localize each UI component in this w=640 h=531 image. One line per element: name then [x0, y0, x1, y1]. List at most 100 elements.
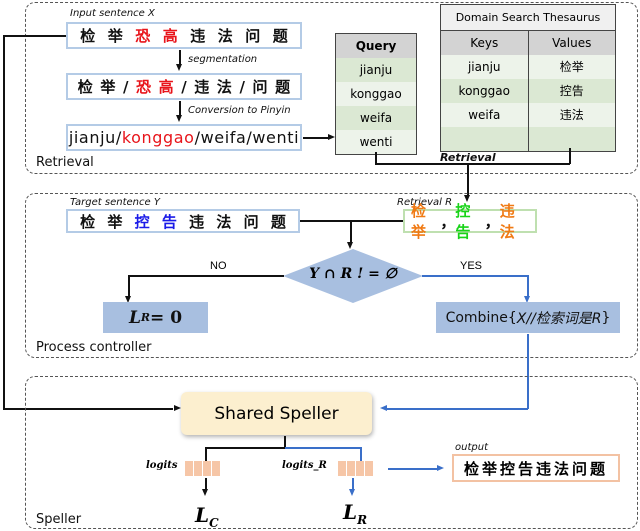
thesaurus-row: [441, 127, 615, 151]
sentence-char: 检: [80, 212, 96, 231]
logits-label: logits: [146, 460, 178, 471]
thesaurus-row: konggao 控告: [441, 79, 615, 103]
yes-label: YES: [460, 260, 483, 272]
connector-no-down: [128, 275, 130, 297]
retrieved-word: 违法: [499, 202, 515, 241]
retrieval-section-label: Retrieval: [36, 155, 94, 170]
connector-thesaurus-down: [569, 148, 571, 164]
connector-logits-r-down: [360, 447, 362, 462]
target-sentence-box: 检举控告违法问题: [66, 209, 300, 233]
output-box: 检举控告违法问题: [452, 454, 620, 482]
connector-no: [128, 275, 284, 277]
query-table: Query jianju konggao weifa wenti: [335, 33, 417, 155]
thesaurus-table: Domain Search Thesaurus Keys Values jian…: [440, 4, 616, 152]
logit-cell: [347, 461, 355, 476]
thesaurus-key: weifa: [441, 103, 529, 127]
sentence-char: 问: [243, 212, 259, 231]
pinyin-box: jianju/konggao/weifa/wenti: [66, 124, 302, 151]
thesaurus-title: Domain Search Thesaurus: [441, 5, 615, 31]
pinyin-part: /weifa/wenti: [194, 128, 300, 147]
sentence-char: 高: [158, 78, 174, 96]
loss-c: LC: [195, 503, 219, 530]
process-controller-label: Process controller: [36, 340, 152, 355]
thesaurus-value: 控告: [559, 84, 584, 98]
thesaurus-value: 检举: [559, 60, 584, 74]
connector-yes-down: [527, 275, 529, 297]
loss-zero-box: LR = 0: [103, 302, 208, 333]
retrieved-word: 检举: [411, 202, 427, 241]
arrow-head: [176, 64, 182, 71]
segmentation-label: segmentation: [188, 54, 258, 65]
no-label: NO: [210, 260, 227, 272]
connector-yes: [422, 275, 528, 277]
combine-box: Combine{X//检索词是R }: [436, 302, 620, 333]
sentence-char: 题: [275, 78, 291, 96]
decision-condition: Y ∩ R ! = ∅: [309, 266, 397, 282]
logits-vector: [185, 461, 221, 481]
output-text: 检举控告违法问题: [463, 459, 608, 478]
target-sentence-label: Target sentence Y: [70, 197, 160, 208]
sentence-char: 告: [161, 212, 177, 231]
combine-suffix: }: [601, 309, 611, 326]
logit-cell: [212, 461, 220, 476]
arrow-head: [176, 115, 182, 122]
connector-to-logits-r: [285, 447, 361, 449]
sentence-char: /: [122, 77, 129, 96]
retrieval-r-box: 检举，控告，违法: [403, 202, 537, 241]
sentence-char: 题: [272, 27, 288, 45]
thesaurus-row: jianju 检举: [441, 55, 615, 79]
sentence-char: 法: [216, 78, 232, 96]
sentence-char: 恐: [136, 78, 152, 96]
logit-cell: [365, 461, 373, 476]
sentence-char: 检: [80, 27, 96, 45]
arrow-head: [347, 242, 353, 249]
pinyin-error-part: konggao: [121, 128, 195, 147]
pinyin-conversion-label: Conversion to Pinyin: [188, 105, 291, 116]
pinyin-part: jianju/: [68, 128, 122, 147]
sentence-char: 违: [190, 27, 206, 45]
connector-to-output: [388, 468, 438, 470]
connector-logits-down: [205, 447, 207, 462]
combine-prefix: Combine{: [445, 309, 517, 326]
connector-left-vertical: [3, 35, 5, 409]
separator: ，: [440, 212, 456, 231]
query-row: wenti: [336, 130, 416, 154]
loss-c-symbol: L: [195, 503, 210, 527]
sentence-char: 违: [189, 212, 205, 231]
thesaurus-value: [529, 127, 616, 151]
segmented-sentence-box: 检举 / 恐高 / 违法 / 问题: [66, 73, 302, 100]
output-label: output: [455, 442, 488, 453]
connector-retrieval-to-r: [467, 164, 469, 196]
query-header: Query: [336, 34, 416, 58]
retrieved-word: 控告: [455, 202, 471, 241]
shared-speller-box[interactable]: Shared Speller: [181, 392, 372, 435]
separator: ，: [484, 212, 500, 231]
thesaurus-key: [441, 127, 529, 151]
loss-r-subscript: R: [357, 513, 368, 527]
input-sentence-label: Input sentence X: [70, 8, 155, 19]
sentence-char: 控: [134, 212, 150, 231]
query-row: weifa: [336, 106, 416, 130]
sentence-char: 高: [162, 27, 178, 45]
logits-r-vector: [338, 461, 374, 481]
connector-pinyin-query: [303, 137, 329, 139]
connector-target-r: [300, 220, 403, 222]
speller-label: Speller: [36, 512, 82, 527]
thesaurus-key: jianju: [441, 55, 529, 79]
input-sentence-box: 检举恐高违法问题: [66, 22, 302, 49]
sentence-char: 问: [245, 27, 261, 45]
sentence-char: 举: [100, 78, 116, 96]
sentence-char: 违: [194, 78, 210, 96]
arrow-head: [349, 489, 355, 496]
sentence-char: 法: [216, 212, 232, 231]
logit-cell: [338, 461, 346, 476]
logit-cell: [194, 461, 202, 476]
logit-cell: [356, 461, 364, 476]
query-row: jianju: [336, 58, 416, 82]
thesaurus-col-values: Values: [552, 36, 592, 50]
sentence-char: 恐: [135, 27, 151, 45]
thesaurus-key: konggao: [441, 79, 529, 103]
loss-c-subscript: C: [209, 516, 219, 530]
connector-to-logits: [205, 447, 285, 449]
loss-r: LR: [343, 500, 367, 527]
